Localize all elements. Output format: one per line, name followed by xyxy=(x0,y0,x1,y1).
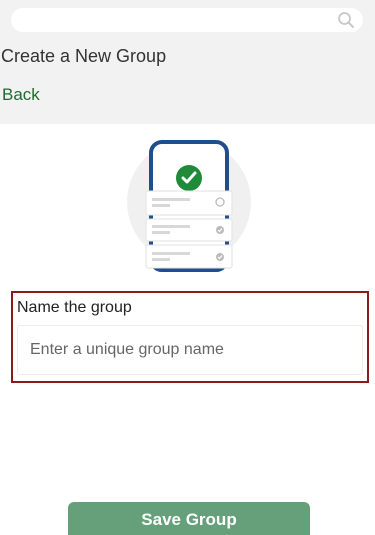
group-name-input[interactable] xyxy=(17,325,363,375)
phone-checklist-illustration xyxy=(127,140,251,272)
group-name-form: Name the group xyxy=(11,291,369,383)
header-band: Create a New Group Back xyxy=(0,0,375,124)
group-name-label: Name the group xyxy=(17,299,132,316)
back-link[interactable]: Back xyxy=(2,85,40,105)
search-bar[interactable] xyxy=(11,8,363,32)
search-icon[interactable] xyxy=(337,11,355,29)
page-title: Create a New Group xyxy=(1,46,167,66)
save-group-button[interactable]: Save Group xyxy=(68,502,310,535)
